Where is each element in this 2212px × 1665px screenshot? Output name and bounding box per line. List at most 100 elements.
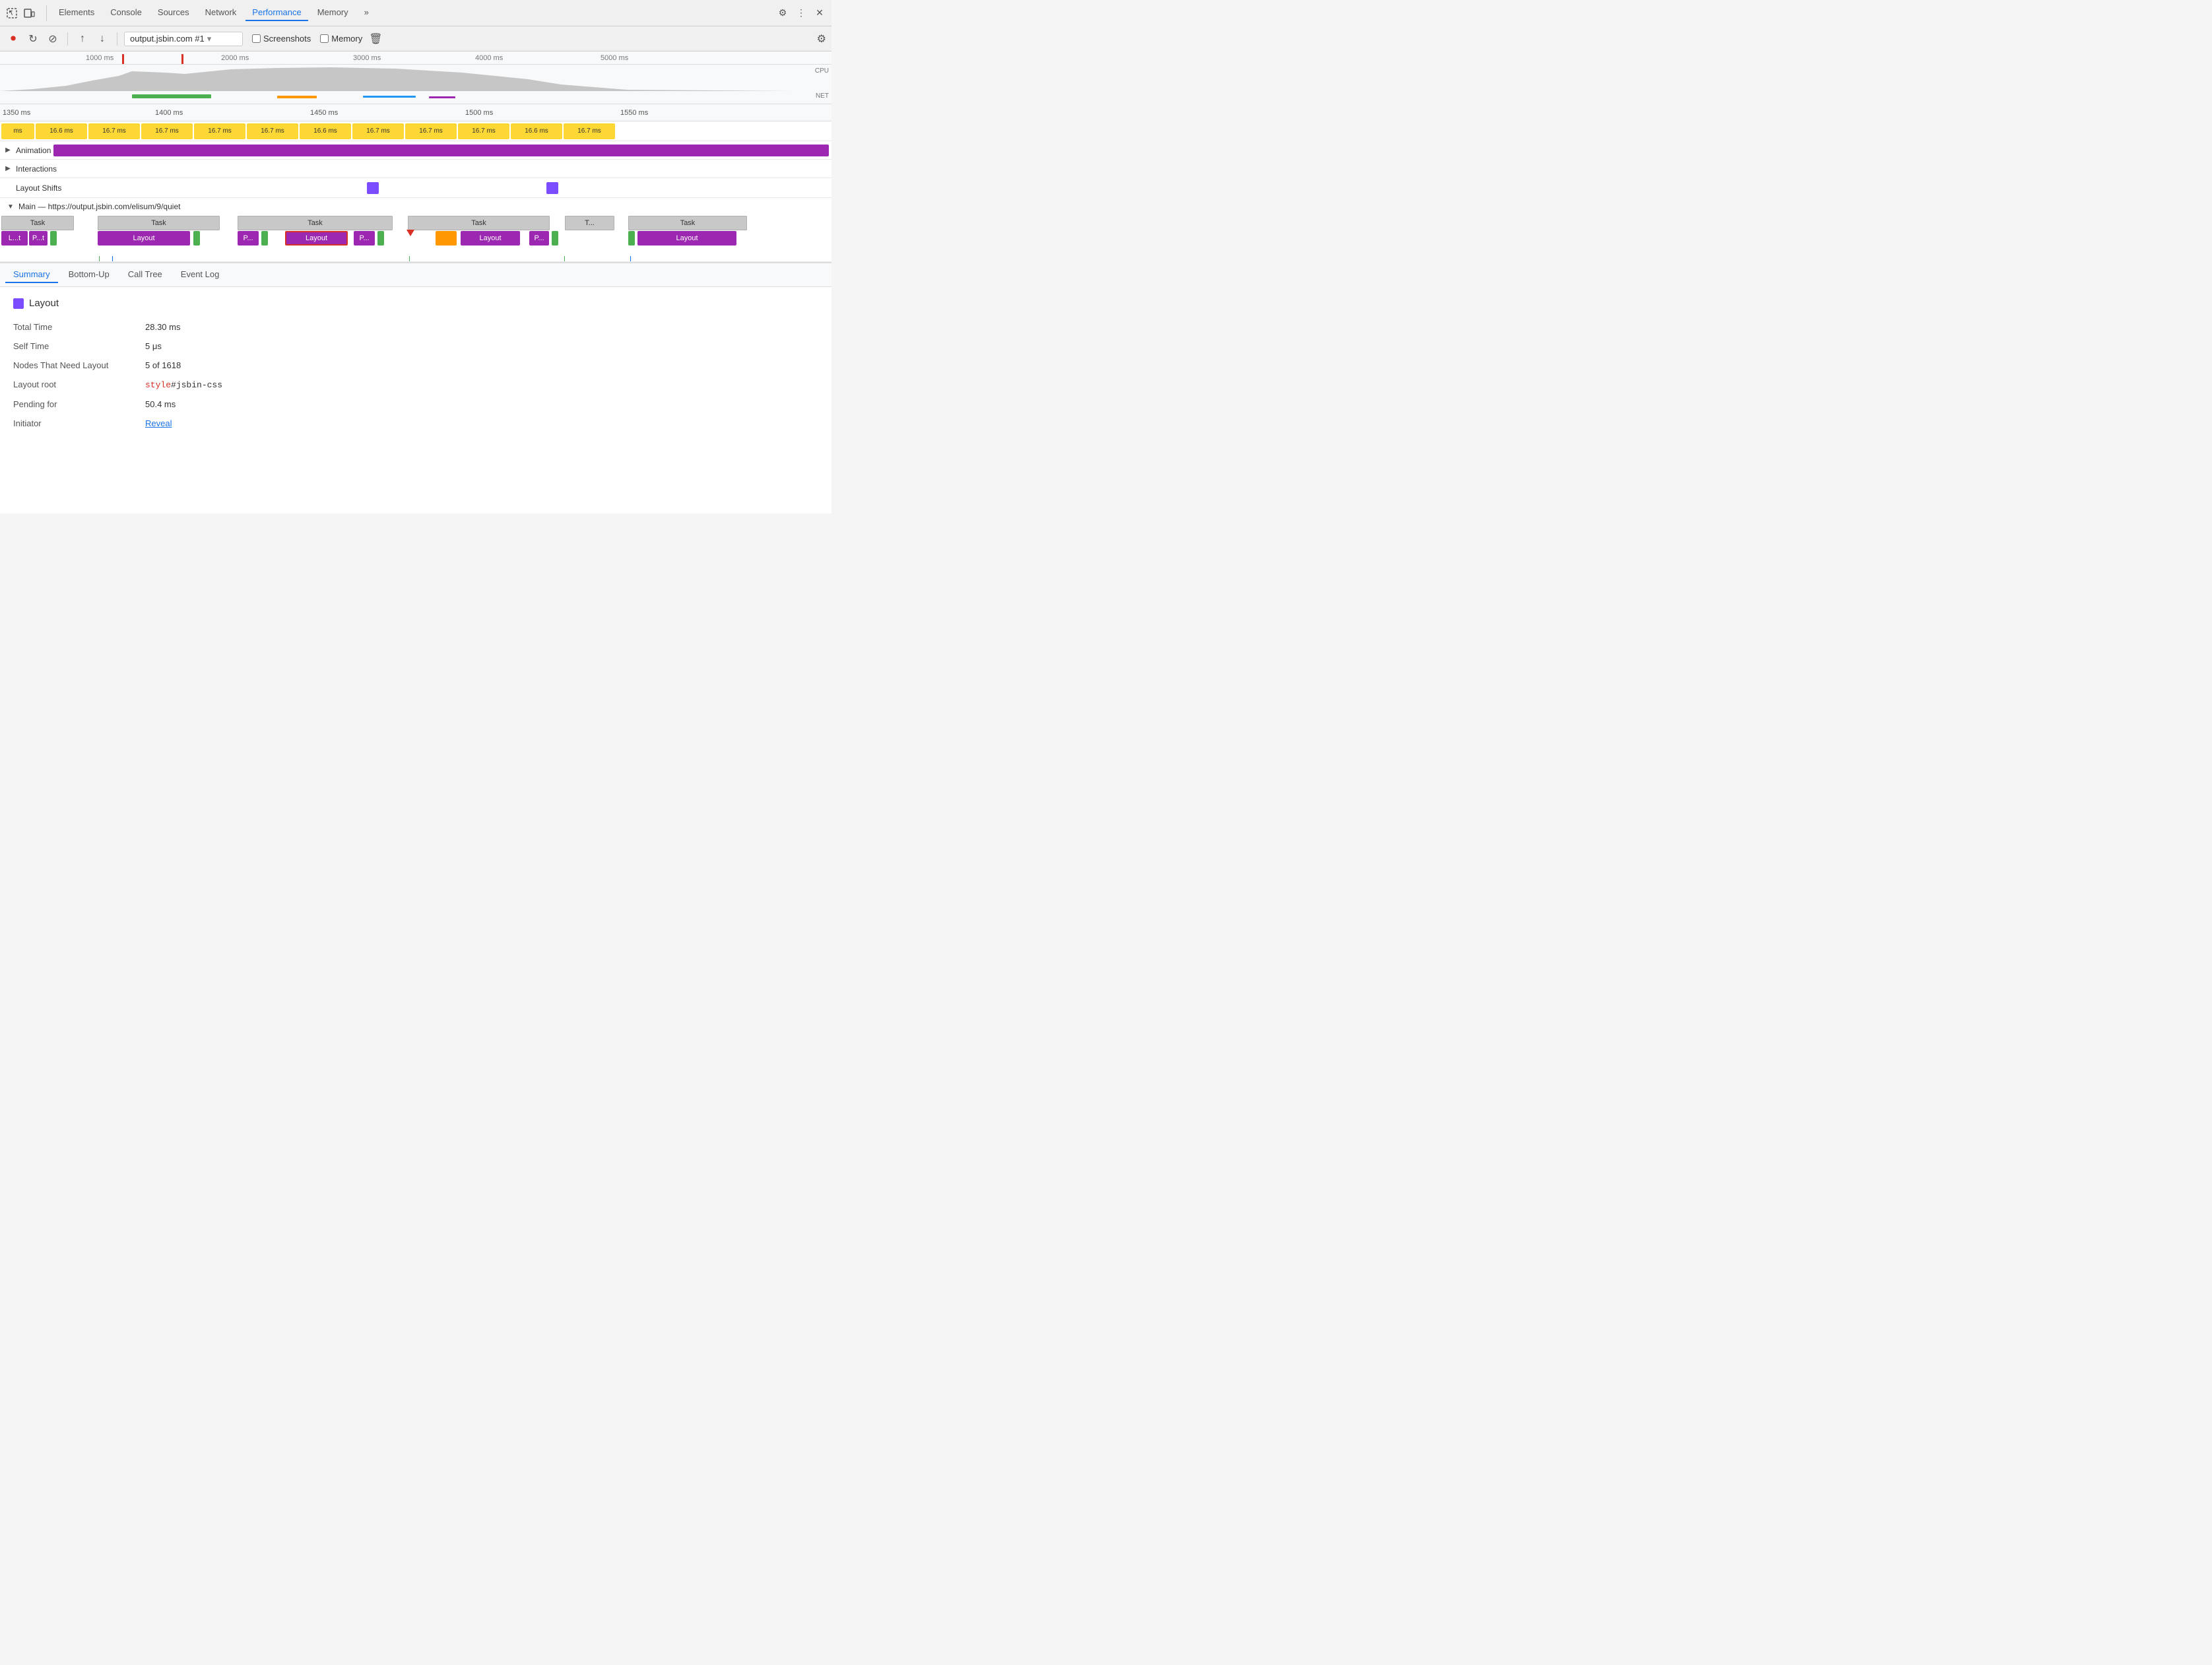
main-thread-row: ▼ Main — https://output.jsbin.com/elisum… (0, 198, 831, 262)
download-button[interactable]: ↓ (94, 31, 110, 47)
capture-settings-icon[interactable]: ⚙ (817, 32, 826, 46)
screenshots-checkbox[interactable] (252, 34, 261, 43)
animation-row[interactable]: ▶ Animation (0, 141, 831, 160)
time-1350ms: 1350 ms (3, 109, 30, 117)
shift-block-2 (546, 182, 558, 194)
interactions-expand-icon[interactable]: ▶ (3, 164, 13, 174)
frame-chip-1: 16.6 ms (36, 123, 87, 139)
frames-track: ms 16.6 ms 16.7 ms 16.7 ms 16.7 ms 16.7 … (0, 121, 831, 141)
frame-chip-6: 16.6 ms (300, 123, 351, 139)
summary-row-pending: Pending for 50.4 ms (13, 399, 818, 409)
net-chart-svg (0, 92, 726, 102)
ruler-5000ms: 5000 ms (601, 54, 628, 62)
tab-summary[interactable]: Summary (5, 267, 58, 283)
cpu-chart-svg (0, 66, 798, 91)
more-icon[interactable]: ⋮ (795, 7, 808, 20)
task-bar-1[interactable]: Task (98, 216, 220, 230)
main-thread-label: Main — https://output.jsbin.com/elisum/9… (18, 202, 180, 211)
total-time-value: 28.30 ms (145, 322, 180, 332)
self-time-key: Self Time (13, 341, 145, 351)
cursor-icon[interactable] (5, 7, 18, 20)
bottom-tabs: Summary Bottom-Up Call Tree Event Log (0, 263, 831, 287)
subtask-orange (436, 231, 457, 245)
main-thread-header[interactable]: ▼ Main — https://output.jsbin.com/elisum… (0, 198, 831, 215)
subtask-lt[interactable]: L...t (1, 231, 28, 245)
nodes-key: Nodes That Need Layout (13, 360, 145, 370)
interactions-row[interactable]: ▶ Interactions (0, 160, 831, 178)
tick-1 (409, 256, 410, 261)
tab-elements[interactable]: Elements (52, 5, 101, 21)
memory-checkbox[interactable] (320, 34, 329, 43)
subtask-p-1[interactable]: P... (354, 231, 375, 245)
reload-button[interactable]: ↻ (25, 31, 41, 47)
upload-button[interactable]: ↑ (75, 31, 90, 47)
animation-expand-icon[interactable]: ▶ (3, 145, 13, 156)
tab-sources[interactable]: Sources (151, 5, 196, 21)
screenshots-label[interactable]: Screenshots (263, 34, 311, 44)
clear-button[interactable]: ⊘ (45, 31, 61, 47)
net-chart-area: NET (0, 92, 831, 102)
task-bar-3[interactable]: Task (408, 216, 550, 230)
task-bar-5[interactable]: Task (628, 216, 747, 230)
subtask-p-0[interactable]: P... (238, 231, 259, 245)
frame-chip-4: 16.7 ms (194, 123, 245, 139)
task-bar-4[interactable]: T... (565, 216, 614, 230)
overview-ruler: 1000 ms 2000 ms 3000 ms 4000 ms 5000 ms (0, 51, 831, 65)
subtask-green-1 (193, 231, 200, 245)
subtask-layout-2[interactable]: Layout (461, 231, 520, 245)
summary-row-nodes: Nodes That Need Layout 5 of 1618 (13, 360, 818, 370)
frame-chip-3: 16.7 ms (141, 123, 193, 139)
blue-tick-0 (112, 256, 113, 261)
red-marker-2 (181, 54, 183, 65)
task-bar-0[interactable]: Task (1, 216, 74, 230)
subtask-green-3 (377, 231, 384, 245)
clear-recording-button[interactable]: 🗑 (369, 32, 382, 46)
subtask-layout-selected[interactable]: Layout (285, 231, 348, 245)
screenshots-group: Screenshots (252, 34, 311, 44)
devtools-nav: Elements Console Sources Network Perform… (0, 0, 831, 26)
red-marker-1 (122, 54, 124, 65)
initiator-key: Initiator (13, 418, 145, 428)
close-icon[interactable]: ✕ (813, 7, 826, 20)
ruler-1000ms: 1000 ms (86, 54, 114, 62)
settings-icon[interactable]: ⚙ (776, 7, 789, 20)
frame-chip-9: 16.7 ms (458, 123, 509, 139)
tab-bottom-up[interactable]: Bottom-Up (61, 267, 117, 283)
main-thread-expand-icon[interactable]: ▼ (5, 201, 16, 212)
frame-chip-7: 16.7 ms (352, 123, 404, 139)
summary-row-self-time: Self Time 5 μs (13, 341, 818, 351)
time-1500ms: 1500 ms (465, 109, 493, 117)
tab-more[interactable]: » (358, 5, 375, 21)
subtask-pt-0[interactable]: P...t (29, 231, 48, 245)
nav-icon-group (5, 7, 36, 20)
subtask-green-2 (261, 231, 268, 245)
url-selector[interactable]: output.jsbin.com #1 ▾ (124, 32, 243, 46)
responsive-icon[interactable] (22, 7, 36, 20)
subtask-layout-3[interactable]: Layout (637, 231, 736, 245)
tab-call-tree[interactable]: Call Tree (120, 267, 170, 283)
subtask-green-0 (50, 231, 57, 245)
animation-bar (53, 145, 829, 156)
nav-divider-1 (46, 5, 47, 21)
reveal-link[interactable]: Reveal (145, 418, 172, 428)
tab-network[interactable]: Network (199, 5, 244, 21)
tab-performance[interactable]: Performance (245, 5, 308, 21)
summary-row-total-time: Total Time 28.30 ms (13, 322, 818, 332)
task-bar-2[interactable]: Task (238, 216, 393, 230)
memory-group: Memory (320, 34, 362, 44)
memory-label[interactable]: Memory (331, 34, 362, 44)
record-button[interactable]: ⏺ (5, 31, 21, 47)
frame-chip-10: 16.6 ms (511, 123, 562, 139)
layout-shifts-row[interactable]: Layout Shifts (0, 178, 831, 198)
layout-root-code: style (145, 380, 171, 390)
subtask-p-2[interactable]: P... (529, 231, 549, 245)
tasks-container: Task Task Task Task T... Task L...t P...… (0, 215, 831, 261)
total-time-key: Total Time (13, 322, 145, 332)
frames-row[interactable]: ms 16.6 ms 16.7 ms 16.7 ms 16.7 ms 16.7 … (0, 121, 831, 141)
tab-memory[interactable]: Memory (311, 5, 355, 21)
tab-event-log[interactable]: Event Log (173, 267, 228, 283)
tab-console[interactable]: Console (104, 5, 148, 21)
url-text: output.jsbin.com #1 (130, 34, 205, 44)
subtask-layout-1[interactable]: Layout (98, 231, 190, 245)
pending-key: Pending for (13, 399, 145, 409)
